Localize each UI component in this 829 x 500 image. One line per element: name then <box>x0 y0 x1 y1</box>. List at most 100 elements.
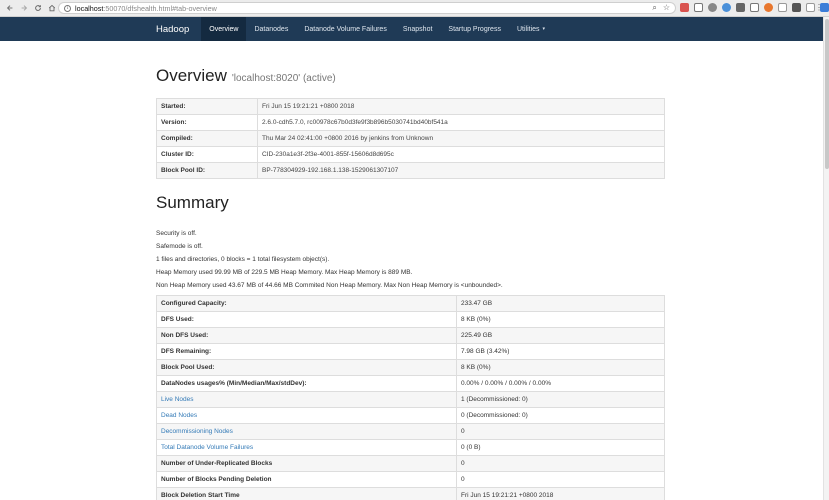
extension-icon[interactable] <box>750 3 759 12</box>
overview-heading: Overview 'localhost:8020' (active) <box>156 66 665 86</box>
decommissioning-nodes-link[interactable]: Decommissioning Nodes <box>161 428 233 435</box>
top-navbar: Hadoop Overview Datanodes Datanode Volum… <box>0 17 823 41</box>
table-row: DataNodes usages% (Min/Median/Max/stdDev… <box>156 375 665 392</box>
row-value: 8 KB (0%) <box>456 359 665 376</box>
table-row: Total Datanode Volume Failures 0 (0 B) <box>156 439 665 456</box>
row-key: Number of Blocks Pending Deletion <box>156 471 457 488</box>
table-row: Block Deletion Start Time Fri Jun 15 19:2… <box>156 487 665 500</box>
info-icon[interactable]: i <box>64 4 71 12</box>
row-key-cell: Dead Nodes <box>156 407 457 424</box>
extension-icon[interactable] <box>778 3 787 12</box>
row-value: 0 (Decommissioned: 0) <box>456 407 665 424</box>
table-row: Number of Blocks Pending Deletion 0 <box>156 471 665 488</box>
home-icon[interactable] <box>46 2 58 14</box>
main-content: Overview 'localhost:8020' (active) Start… <box>156 41 665 500</box>
table-row: DFS Used: 8 KB (0%) <box>156 311 665 328</box>
back-icon[interactable] <box>4 2 16 14</box>
tab-utilities[interactable]: Utilities ▾ <box>509 17 553 41</box>
row-value: 0 <box>456 455 665 472</box>
table-row: Decommissioning Nodes 0 <box>156 423 665 440</box>
extension-icon[interactable] <box>722 3 731 12</box>
url-host: localhost <box>75 3 104 13</box>
page-scrollbar[interactable] <box>823 17 829 500</box>
row-value: BP-778304929-192.168.1.138-1529061307107 <box>257 162 665 179</box>
chevron-down-icon: ▾ <box>542 26 546 32</box>
row-key: Started: <box>156 98 258 115</box>
row-key: Block Deletion Start Time <box>156 487 457 500</box>
forward-icon[interactable] <box>18 2 30 14</box>
row-value: 2.6.0-cdh5.7.0, rc00978c67b0d3fe9f3b896b… <box>257 114 665 131</box>
reload-icon[interactable] <box>32 2 44 14</box>
row-value: 1 (Decommissioned: 0) <box>456 391 665 408</box>
heap-memory: Heap Memory used 99.99 MB of 229.5 MB He… <box>156 269 413 276</box>
extension-icon[interactable] <box>680 3 689 12</box>
row-key: Cluster ID: <box>156 146 258 163</box>
url-path: :50070/dfshealth.html#tab-overview <box>103 3 217 13</box>
row-key: Block Pool Used: <box>156 359 457 376</box>
non-heap-memory: Non Heap Memory used 43.67 MB of 44.66 M… <box>156 282 503 289</box>
summary-table: Configured Capacity: 233.47 GB DFS Used: 8… <box>156 295 665 500</box>
brand-logo[interactable]: Hadoop <box>0 17 201 41</box>
row-value: 7.98 GB (3.42%) <box>456 343 665 360</box>
tab-utilities-label: Utilities <box>516 25 540 33</box>
table-row: Block Pool Used: 8 KB (0%) <box>156 359 665 376</box>
summary-status-lines: Security is off. Safemode is off. 1 file… <box>156 229 665 294</box>
table-row: Block Pool ID: BP-778304929-192.168.1.138… <box>156 162 665 179</box>
extension-icon[interactable] <box>694 3 703 12</box>
url-text[interactable]: localhost:50070/dfshealth.html#tab-overv… <box>75 4 217 13</box>
extension-icon[interactable] <box>736 3 745 12</box>
row-key: DFS Remaining: <box>156 343 457 360</box>
row-key-cell: Total Datanode Volume Failures <box>156 439 457 456</box>
filesystem-objects: 1 files and directories, 0 blocks = 1 to… <box>156 256 330 263</box>
row-value: 0 <box>456 471 665 488</box>
table-row: Cluster ID: CID-230a1e3f-2f3e-4001-855f-1… <box>156 146 665 163</box>
row-value: 225.49 GB <box>456 327 665 344</box>
row-value: 0.00% / 0.00% / 0.00% / 0.00% <box>456 375 665 392</box>
browser-menu-icon[interactable]: ⋮ <box>815 3 823 13</box>
zoom-search-icon[interactable]: ⌕ <box>652 3 656 13</box>
table-row: Started: Fri Jun 15 19:21:21 +0800 2018 <box>156 98 665 115</box>
bookmark-star-icon[interactable]: ☆ <box>663 3 670 13</box>
table-row: Compiled: Thu Mar 24 02:41:00 +0800 2016 … <box>156 130 665 147</box>
table-row: Number of Under-Replicated Blocks 0 <box>156 455 665 472</box>
table-row: Configured Capacity: 233.47 GB <box>156 295 665 312</box>
page-title: Overview <box>156 66 227 85</box>
row-key-cell: Decommissioning Nodes <box>156 423 457 440</box>
security-status: Security is off. <box>156 230 197 237</box>
row-value: 0 <box>456 423 665 440</box>
tab-datanode-volume-failures[interactable]: Datanode Volume Failures <box>296 17 395 41</box>
row-value: 233.47 GB <box>456 295 665 312</box>
tab-overview[interactable]: Overview <box>201 17 247 41</box>
table-row: Non DFS Used: 225.49 GB <box>156 327 665 344</box>
dead-nodes-link[interactable]: Dead Nodes <box>161 412 197 419</box>
row-key-cell: Live Nodes <box>156 391 457 408</box>
volume-failures-link[interactable]: Total Datanode Volume Failures <box>161 444 253 451</box>
summary-heading: Summary <box>156 193 229 212</box>
row-key: Non DFS Used: <box>156 327 457 344</box>
extension-icon[interactable] <box>764 3 773 12</box>
live-nodes-link[interactable]: Live Nodes <box>161 396 194 403</box>
row-key: DataNodes usages% (Min/Median/Max/stdDev… <box>156 375 457 392</box>
row-value: Fri Jun 15 19:21:21 +0800 2018 <box>456 487 665 500</box>
extension-icon[interactable] <box>792 3 801 12</box>
page-subtitle: 'localhost:8020' (active) <box>231 73 336 84</box>
row-key: DFS Used: <box>156 311 457 328</box>
row-value: Fri Jun 15 19:21:21 +0800 2018 <box>257 98 665 115</box>
row-key: Version: <box>156 114 258 131</box>
row-value: CID-230a1e3f-2f3e-4001-855f-15606d8d695c <box>257 146 665 163</box>
table-row: Version: 2.6.0-cdh5.7.0, rc00978c67b0d3fe… <box>156 114 665 131</box>
row-value: Thu Mar 24 02:41:00 +0800 2016 by jenkin… <box>257 130 665 147</box>
row-key: Configured Capacity: <box>156 295 457 312</box>
row-key: Number of Under-Replicated Blocks <box>156 455 457 472</box>
extension-icon[interactable] <box>806 3 815 12</box>
tab-startup-progress[interactable]: Startup Progress <box>440 17 509 41</box>
row-value: 8 KB (0%) <box>456 311 665 328</box>
overview-table: Started: Fri Jun 15 19:21:21 +0800 2018 V… <box>156 98 665 179</box>
extension-icon[interactable] <box>708 3 717 12</box>
table-row: DFS Remaining: 7.98 GB (3.42%) <box>156 343 665 360</box>
row-key: Block Pool ID: <box>156 162 258 179</box>
address-bar[interactable]: i localhost:50070/dfshealth.html#tab-ove… <box>58 2 676 14</box>
tab-datanodes[interactable]: Datanodes <box>246 17 296 41</box>
scrollbar-thumb[interactable] <box>825 19 829 169</box>
tab-snapshot[interactable]: Snapshot <box>395 17 441 41</box>
